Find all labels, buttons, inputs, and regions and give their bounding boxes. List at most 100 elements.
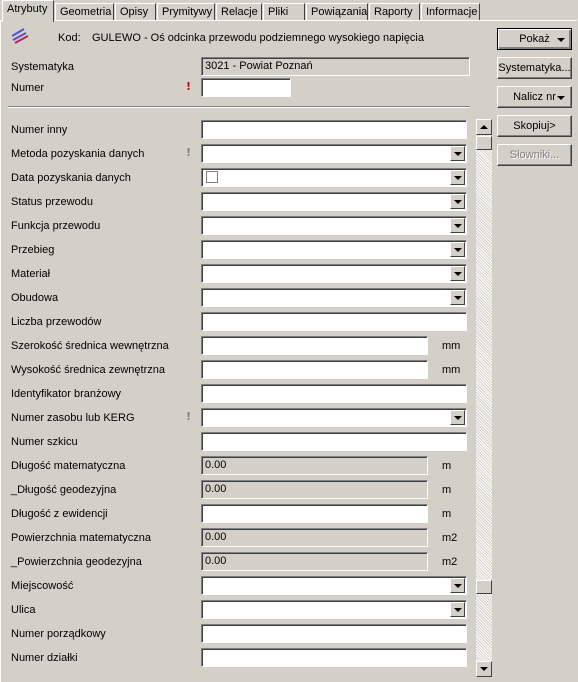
nalicz-nr-button-label: Nalicz nr (513, 91, 556, 103)
field-label: Funkcja przewodu (11, 220, 101, 232)
field-label: Materiał (11, 268, 51, 280)
chevron-down-icon[interactable] (450, 410, 465, 425)
tab-powiazania[interactable]: Powiązania (306, 3, 368, 20)
separator (8, 106, 470, 108)
tab-pliki[interactable]: Pliki (263, 3, 305, 20)
tab-prymitywy[interactable]: Prymitywy (157, 3, 215, 20)
scroll-down-icon[interactable] (476, 661, 492, 677)
scroll-up-icon[interactable] (476, 119, 492, 135)
text-input[interactable] (201, 432, 467, 451)
tab-atrybuty[interactable]: Atrybuty (2, 0, 54, 22)
text-input[interactable] (201, 648, 467, 667)
field-value: 0.00 (205, 555, 227, 567)
kod-value: GULEWO - Oś odcinka przewodu podziemnego… (92, 32, 424, 44)
field-label: _Długość geodezyjna (11, 484, 117, 496)
text-input[interactable] (201, 312, 467, 331)
text-input[interactable] (201, 336, 428, 355)
dropdown-field[interactable] (201, 600, 467, 619)
dropdown-field[interactable] (201, 264, 467, 283)
chevron-down-icon[interactable] (450, 218, 465, 233)
field-label: Wysokość średnica zewnętrzna (11, 364, 165, 376)
chevron-down-icon (557, 38, 565, 42)
field-label: _Powierzchnia geodezyjna (11, 556, 142, 568)
unit-label: mm (442, 340, 461, 352)
dropdown-field[interactable] (201, 576, 467, 595)
chevron-down-icon[interactable] (450, 602, 465, 617)
chevron-down-icon (557, 96, 565, 100)
chevron-down-icon[interactable] (450, 194, 465, 209)
tab-informacje[interactable]: Informacje (421, 3, 480, 20)
systematyka-button[interactable]: Systematyka... (497, 57, 572, 79)
field-label: Identyfikator branżowy (11, 388, 122, 400)
dropdown-field[interactable] (201, 168, 467, 187)
field-label: Powierzchnia matematyczna (11, 532, 152, 544)
tab-relacje[interactable]: Relacje (216, 3, 262, 20)
skopiuj-button[interactable]: Skopiuj> (497, 115, 572, 137)
tab-geometria[interactable]: Geometria (55, 3, 114, 20)
field-label: Numer zasobu lub KERG (11, 412, 135, 424)
tab-raporty[interactable]: Raporty (369, 3, 420, 20)
unit-label: m2 (442, 556, 458, 568)
text-input[interactable] (201, 360, 428, 379)
readonly-field: 0.00 (201, 480, 428, 499)
field-label: Miejscowość (11, 580, 74, 592)
warning-icon: ! (186, 146, 192, 159)
systematyka-label: Systematyka (11, 61, 74, 73)
power-line-icon (10, 28, 30, 44)
field-label: Numer działki (11, 652, 78, 664)
text-input[interactable] (201, 624, 467, 643)
unit-label: m (442, 508, 452, 520)
numer-label: Numer (11, 82, 45, 94)
field-label: Status przewodu (11, 196, 93, 208)
vertical-scrollbar[interactable] (476, 119, 492, 677)
scrollbar-thumb-lower[interactable] (476, 580, 492, 594)
field-label: Metoda pozyskania danych (11, 148, 145, 160)
pokaz-button[interactable]: Pokaż (497, 28, 572, 50)
unit-label: mm (442, 364, 461, 376)
field-label: Numer inny (11, 124, 68, 136)
field-label: Liczba przewodów (11, 316, 102, 328)
field-label: Długość z ewidencji (11, 508, 108, 520)
warning-icon: ! (186, 410, 192, 423)
date-checkbox[interactable] (206, 171, 218, 183)
text-input[interactable] (201, 504, 428, 523)
dropdown-field[interactable] (201, 192, 467, 211)
required-warning-icon: ! (186, 80, 192, 93)
scrollbar-thumb[interactable] (476, 136, 492, 150)
dropdown-field[interactable] (201, 240, 467, 259)
chevron-down-icon[interactable] (450, 170, 465, 185)
unit-label: m (442, 484, 452, 496)
field-label: Przebieg (11, 244, 55, 256)
kod-label: Kod: (58, 32, 81, 44)
tab-opisy[interactable]: Opisy (115, 3, 156, 20)
readonly-field: 0.00 (201, 528, 428, 547)
chevron-down-icon[interactable] (450, 578, 465, 593)
dropdown-field[interactable] (201, 216, 467, 235)
unit-label: m (442, 460, 452, 472)
tab-bar: Atrybuty Geometria Opisy Prymitywy Relac… (0, 0, 578, 22)
readonly-field: 0.00 (201, 456, 428, 475)
field-label: Szerokość średnica wewnętrzna (11, 340, 169, 352)
chevron-down-icon[interactable] (450, 266, 465, 281)
unit-label: m2 (442, 532, 458, 544)
field-label: Numer szkicu (11, 436, 78, 448)
chevron-down-icon[interactable] (450, 242, 465, 257)
chevron-down-icon[interactable] (450, 146, 465, 161)
chevron-down-icon[interactable] (450, 290, 465, 305)
numer-input[interactable] (201, 78, 291, 97)
field-label: Długość matematyczna (11, 460, 126, 472)
systematyka-field: 3021 - Powiat Poznań (201, 57, 470, 76)
field-label: Data pozyskania danych (11, 172, 131, 184)
field-value: 0.00 (205, 459, 227, 471)
field-label: Numer porządkowy (11, 628, 106, 640)
readonly-field: 0.00 (201, 552, 428, 571)
slowniki-button: Słowniki... (497, 144, 572, 166)
text-input[interactable] (201, 120, 467, 139)
dropdown-field[interactable] (201, 288, 467, 307)
dropdown-field[interactable] (201, 144, 467, 163)
nalicz-nr-button[interactable]: Nalicz nr (497, 86, 572, 108)
text-input[interactable] (201, 384, 467, 403)
dropdown-field[interactable] (201, 408, 467, 427)
field-label: Ulica (11, 604, 36, 616)
field-value: 0.00 (205, 483, 227, 495)
